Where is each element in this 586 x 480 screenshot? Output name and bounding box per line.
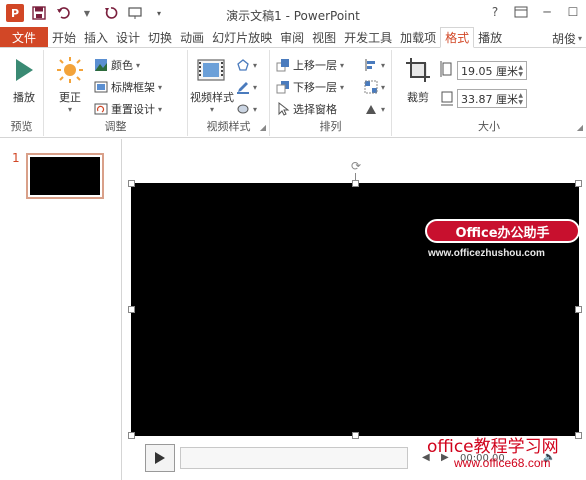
- play-button[interactable]: 播放: [8, 54, 40, 105]
- video-effects-button[interactable]: ▾: [236, 100, 257, 118]
- align-icon: [364, 58, 378, 72]
- office-assistant-badge: Office办公助手: [425, 219, 580, 243]
- tab-playback[interactable]: 播放: [474, 27, 506, 47]
- height-input[interactable]: 19.05 厘米 ▲ ▼: [457, 61, 527, 80]
- media-seek-bar[interactable]: [180, 447, 408, 469]
- media-play-button[interactable]: [145, 444, 175, 472]
- send-backward-button[interactable]: 下移一层 ▾: [276, 78, 344, 96]
- slide-editor: ⟳ Office办公助手 www.officezhushou.com ◀ ▶ 0…: [123, 139, 586, 480]
- resize-handle-top-left[interactable]: [128, 180, 135, 187]
- tab-view[interactable]: 视图: [308, 27, 340, 47]
- color-button[interactable]: 颜色 ▾: [94, 56, 140, 74]
- width-input[interactable]: 33.87 厘米 ▲ ▼: [457, 89, 527, 108]
- ribbon-tabs: 文件 开始 插入 设计 切换 动画 幻灯片放映 审阅 视图 开发工具 加载项 格…: [0, 27, 586, 48]
- dialog-launcher-icon[interactable]: ◢: [260, 123, 266, 132]
- slide-thumbnail[interactable]: [26, 153, 104, 199]
- pen-icon: [236, 80, 250, 94]
- resize-handle-top[interactable]: [352, 180, 359, 187]
- tab-addins[interactable]: 加载项: [396, 27, 440, 47]
- bring-forward-icon: [276, 58, 290, 72]
- resize-handle-left[interactable]: [128, 306, 135, 313]
- bring-forward-button[interactable]: 上移一层 ▾: [276, 56, 344, 74]
- width-control: 33.87 厘米 ▲ ▼: [440, 88, 527, 109]
- group-label-size: 大小: [478, 120, 500, 133]
- help-icon[interactable]: ?: [486, 4, 504, 20]
- group-label-adjust: 调整: [104, 120, 127, 133]
- chevron-down-icon: ▾: [577, 34, 582, 43]
- corrections-button[interactable]: 更正 ▾: [54, 54, 86, 114]
- resize-handle-top-right[interactable]: [575, 180, 582, 187]
- height-icon: [440, 60, 454, 81]
- tab-file[interactable]: 文件: [0, 27, 48, 47]
- group-arrange: 上移一层 ▾ 下移一层 ▾ 选择窗格 ▾ ▾ ▾ 排列: [270, 50, 392, 136]
- crop-button[interactable]: 裁剪: [402, 54, 434, 105]
- tab-developer[interactable]: 开发工具: [340, 27, 396, 47]
- width-spinner-icon[interactable]: ▲ ▼: [518, 92, 523, 106]
- send-backward-icon: [276, 80, 290, 94]
- tab-slideshow[interactable]: 幻灯片放映: [208, 27, 276, 47]
- ribbon-display-icon[interactable]: [512, 4, 530, 20]
- align-button[interactable]: ▾: [364, 56, 385, 74]
- selection-pane-button[interactable]: 选择窗格: [276, 100, 337, 118]
- tab-format[interactable]: 格式: [440, 27, 475, 48]
- group-preview: 播放 预览: [0, 50, 44, 136]
- width-icon: [440, 88, 454, 109]
- shape-icon: [236, 58, 250, 72]
- group-label-video-styles: 视频样式: [206, 120, 251, 133]
- height-spinner-icon[interactable]: ▲ ▼: [518, 64, 523, 78]
- group-objects-button[interactable]: ▾: [364, 78, 385, 96]
- window-controls: ? ─ ☐: [486, 4, 582, 20]
- tab-animations[interactable]: 动画: [176, 27, 208, 47]
- rotate-icon: [364, 102, 378, 116]
- resize-handle-right[interactable]: [575, 306, 582, 313]
- group-label-arrange: 排列: [319, 120, 342, 133]
- ribbon: 播放 预览 更正 ▾ 颜色 ▾ 标牌框架 ▾ 重置设计 ▾ 调整 视频样式 ▾ …: [0, 48, 586, 138]
- tab-design[interactable]: 设计: [112, 27, 144, 47]
- sun-icon: [54, 54, 86, 86]
- poster-frame-button[interactable]: 标牌框架 ▾: [94, 78, 162, 96]
- play-icon: [155, 452, 165, 464]
- play-icon: [8, 54, 40, 86]
- resize-handle-bottom[interactable]: [352, 432, 359, 439]
- size-dialog-launcher-icon[interactable]: ◢: [577, 123, 583, 132]
- rotate-handle-icon[interactable]: ⟳: [349, 159, 363, 173]
- title-bar: P ▼ ▾ 演示文稿1 - PowerPoint ? ─ ☐: [0, 0, 586, 28]
- tab-home[interactable]: 开始: [48, 27, 80, 47]
- slide-number: 1: [12, 151, 20, 165]
- resize-handle-bottom-left[interactable]: [128, 432, 135, 439]
- video-styles-icon: [196, 54, 228, 86]
- height-control: 19.05 厘米 ▲ ▼: [440, 60, 527, 81]
- office-assistant-url: www.officezhushou.com: [428, 248, 545, 259]
- video-shape-button[interactable]: ▾: [236, 56, 257, 74]
- poster-frame-icon: [94, 80, 108, 94]
- resize-handle-bottom-right[interactable]: [575, 432, 582, 439]
- slide-thumbnail-video: [30, 157, 100, 195]
- selection-pane-icon: [276, 102, 290, 116]
- group-adjust: 更正 ▾ 颜色 ▾ 标牌框架 ▾ 重置设计 ▾ 调整: [44, 50, 188, 136]
- effects-icon: [236, 102, 250, 116]
- tab-transitions[interactable]: 切换: [144, 27, 176, 47]
- video-styles-button[interactable]: 视频样式 ▾: [190, 54, 234, 114]
- tab-insert[interactable]: 插入: [80, 27, 112, 47]
- watermark-site-url: www.office68.com: [454, 456, 551, 470]
- group-objects-icon: [364, 80, 378, 94]
- video-border-button[interactable]: ▾: [236, 78, 257, 96]
- group-label-preview: 预览: [10, 120, 33, 133]
- color-icon: [94, 58, 108, 72]
- powerpoint-window: P ▼ ▾ 演示文稿1 - PowerPoint ? ─ ☐ 文件 开始 插入 …: [0, 0, 586, 480]
- tab-review[interactable]: 审阅: [276, 27, 308, 47]
- crop-icon: [402, 54, 434, 86]
- reset-design-icon: [94, 102, 108, 116]
- watermark-site-name: office教程学习网: [427, 437, 559, 457]
- reset-design-button[interactable]: 重置设计 ▾: [94, 100, 162, 118]
- maximize-icon[interactable]: ☐: [564, 4, 582, 20]
- slide-thumbnails-pane: 1: [0, 139, 122, 480]
- group-video-styles: 视频样式 ▾ ▾ ▾ ▾ 视频样式 ◢: [188, 50, 270, 136]
- minimize-icon[interactable]: ─: [538, 4, 556, 20]
- user-name: 胡俊: [551, 32, 576, 46]
- user-account[interactable]: 胡俊 ▾: [552, 30, 586, 47]
- group-size: 裁剪 19.05 厘米 ▲ ▼ 33.87 厘米 ▲ ▼ 大小 ◢: [392, 50, 586, 136]
- rotate-button[interactable]: ▾: [364, 100, 385, 118]
